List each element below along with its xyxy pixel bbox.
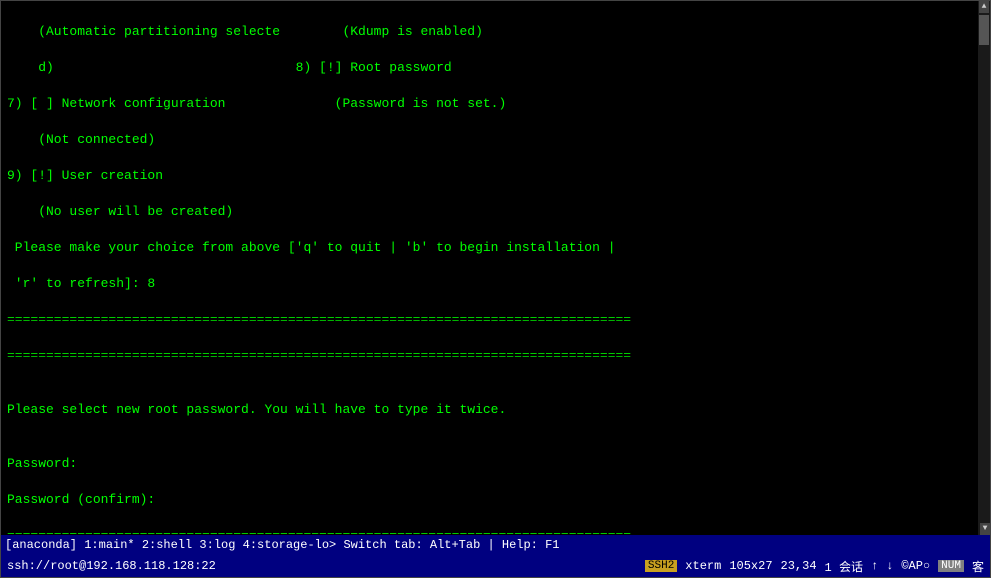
brand-label: ©AP○ <box>901 559 930 573</box>
dimensions-label: 105x27 <box>729 559 772 573</box>
extra-label: 客 <box>972 558 984 575</box>
terminal-line-6: (No user will be created) <box>7 203 970 221</box>
separator-2: ========================================… <box>7 347 970 365</box>
terminal-line-1: (Automatic partitioning selecte (Kdump i… <box>7 23 970 41</box>
sessions-label: 1 会话 <box>825 558 863 575</box>
status-bar: ssh://root@192.168.118.128:22 SSH2 xterm… <box>1 555 990 577</box>
num-badge: NUM <box>938 560 964 572</box>
terminal-line-4: (Not connected) <box>7 131 970 149</box>
separator-3: ========================================… <box>7 527 970 535</box>
ssh-label: ssh://root@192.168.118.128:22 <box>7 559 216 573</box>
arrow-down-icon[interactable]: ↓ <box>886 559 893 573</box>
tab-bar-text: [anaconda] 1:main* 2:shell 3:log 4:stora… <box>5 538 560 552</box>
ssh2-badge: SSH2 <box>645 560 677 572</box>
arrow-up-icon[interactable]: ↑ <box>871 559 878 573</box>
terminal-line-15: Password (confirm): <box>7 491 970 509</box>
terminal-line-7: Please make your choice from above ['q' … <box>7 239 970 257</box>
terminal-line-8: 'r' to refresh]: 8 <box>7 275 970 293</box>
position-label: 23,34 <box>781 559 817 573</box>
scrollbar-thumb[interactable] <box>979 15 989 45</box>
scrollbar-arrow-down[interactable]: ▼ <box>980 523 990 535</box>
status-bar-right: SSH2 xterm 105x27 23,34 1 会话 ↑ ↓ ©AP○ NU… <box>645 558 984 575</box>
terminal-body[interactable]: (Automatic partitioning selecte (Kdump i… <box>1 1 990 535</box>
terminal-window: (Automatic partitioning selecte (Kdump i… <box>0 0 991 578</box>
terminal-content: (Automatic partitioning selecte (Kdump i… <box>7 5 984 535</box>
tab-bar: [anaconda] 1:main* 2:shell 3:log 4:stora… <box>1 535 990 555</box>
scrollbar-arrow-up[interactable]: ▲ <box>979 1 989 13</box>
terminal-line-12: Please select new root password. You wil… <box>7 401 970 419</box>
xterm-label: xterm <box>685 559 721 573</box>
terminal-line-14: Password: <box>7 455 970 473</box>
terminal-scrollbar[interactable]: ▲ ▼ <box>978 1 990 535</box>
terminal-line-3: 7) [ ] Network configuration (Password i… <box>7 95 970 113</box>
terminal-line-5: 9) [!] User creation <box>7 167 970 185</box>
separator-1: ========================================… <box>7 311 970 329</box>
terminal-line-2: d) 8) [!] Root password <box>7 59 970 77</box>
